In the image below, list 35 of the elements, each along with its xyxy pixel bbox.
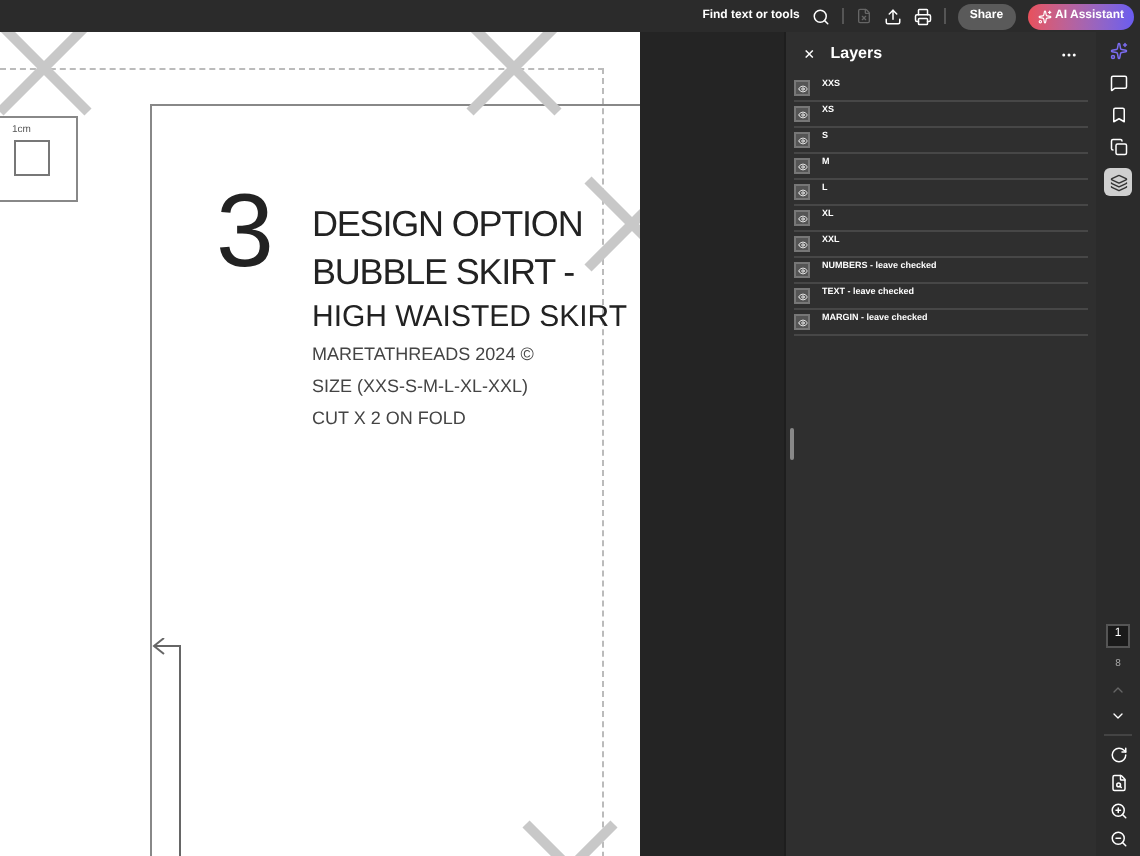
visibility-icon[interactable] — [794, 184, 810, 200]
pattern-detail: MARETATHREADS 2024 © — [312, 342, 536, 368]
zoom-out-icon[interactable] — [1109, 830, 1127, 848]
panel-title: Layers — [830, 42, 885, 66]
visibility-icon[interactable] — [794, 314, 810, 330]
pattern-subtitle: HIGH WAISTED SKIRT — [312, 298, 628, 338]
visibility-icon[interactable] — [794, 210, 810, 226]
close-button[interactable]: × — [804, 45, 815, 63]
sparkle-icon — [1037, 9, 1052, 23]
pattern-detail: SIZE (XXS-S-M-L-XL-XXL) — [312, 374, 531, 400]
visibility-icon[interactable] — [794, 80, 810, 96]
next-page-icon[interactable] — [1110, 708, 1126, 724]
cross-mark — [466, 32, 562, 116]
visibility-icon[interactable] — [794, 288, 810, 304]
search-icon[interactable] — [811, 7, 830, 25]
upload-icon[interactable] — [883, 7, 902, 25]
pattern-title: DESIGN OPTION — [312, 202, 583, 248]
pattern-title: BUBBLE SKIRT - — [312, 250, 574, 296]
pattern-number: 3 — [216, 180, 274, 284]
visibility-icon[interactable] — [794, 106, 810, 122]
previous-page-icon[interactable] — [1110, 682, 1126, 698]
pattern-detail: CUT X 2 ON FOLD — [312, 406, 468, 432]
file-icon[interactable] — [855, 8, 872, 24]
visibility-icon[interactable] — [794, 236, 810, 252]
scale-square — [14, 140, 50, 176]
print-icon[interactable] — [913, 7, 932, 25]
cross-mark — [0, 32, 92, 116]
zoom-in-icon[interactable] — [1109, 802, 1127, 820]
layers-icon[interactable] — [1104, 168, 1132, 196]
document-search-icon[interactable] — [1109, 774, 1127, 792]
rotate-icon[interactable] — [1109, 746, 1127, 764]
visibility-icon[interactable] — [794, 158, 810, 174]
visibility-icon[interactable] — [794, 132, 810, 148]
panel-resize-handle[interactable] — [790, 428, 794, 460]
visibility-icon[interactable] — [794, 262, 810, 278]
